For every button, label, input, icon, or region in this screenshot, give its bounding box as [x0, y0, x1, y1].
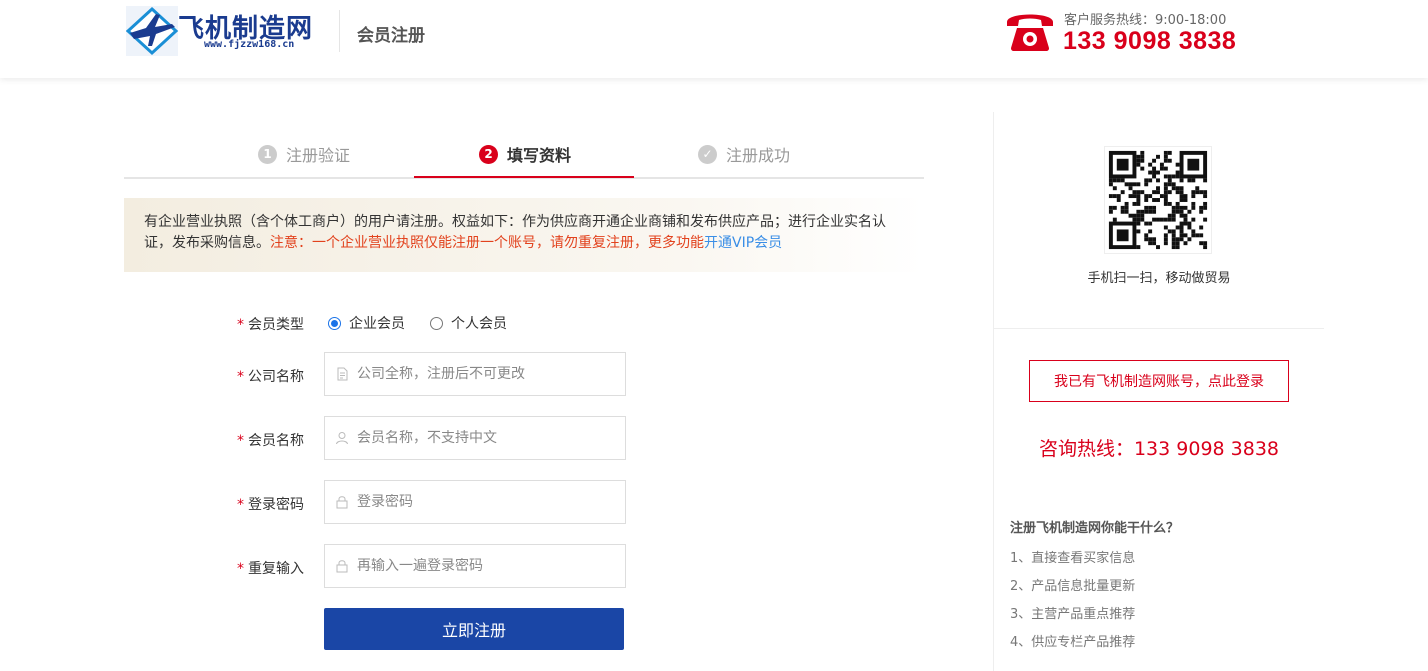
registration-steps: 1 注册验证 2 填写资料 ✓ 注册成功 [124, 132, 924, 179]
radio-button[interactable] [430, 316, 443, 330]
lock-icon [336, 560, 348, 573]
repeat-password-label: * 重复输入 [237, 561, 304, 577]
step-label: 注册验证 [286, 146, 351, 165]
sidebar-divider [993, 112, 994, 671]
register-button[interactable]: 立即注册 [324, 608, 624, 650]
step-label: 填写资料 [507, 146, 572, 165]
company-name-field[interactable] [324, 352, 626, 396]
member-type-label: * 会员类型 [237, 317, 304, 333]
existing-account-login-button[interactable]: 我已有飞机制造网账号，点此登录 [1029, 360, 1289, 402]
user-icon [336, 432, 348, 445]
step-number: 1 [258, 144, 277, 164]
company-name-input[interactable] [357, 366, 617, 382]
step-fill-info: 2 填写资料 [479, 142, 571, 166]
radio-button[interactable] [328, 316, 341, 330]
telephone-icon [1007, 14, 1053, 51]
list-item: 1、直接查看买家信息 [1010, 551, 1136, 566]
company-name-label: * 公司名称 [237, 369, 304, 385]
sidebar-separator [994, 328, 1324, 329]
member-name-field[interactable] [324, 416, 626, 460]
password-field[interactable] [324, 480, 626, 524]
member-name-input[interactable] [357, 430, 617, 446]
radio-enterprise-member[interactable]: 企业会员 [328, 313, 405, 333]
logo-url: www.fjzzw168.cn [204, 39, 295, 50]
document-icon [337, 367, 348, 381]
site-header: 飞机制造网 www.fjzzw168.cn 会员注册 客户服务热线：9:00-1… [0, 0, 1428, 78]
member-name-label: * 会员名称 [237, 433, 304, 449]
vip-link[interactable]: 开通VIP会员 [704, 235, 782, 251]
step-number: 2 [479, 144, 498, 164]
benefits-title: 注册飞机制造网你能干什么？ [1010, 521, 1180, 536]
header-divider [339, 10, 340, 52]
list-item: 3、主营产品重点推荐 [1010, 607, 1136, 622]
repeat-password-field[interactable] [324, 544, 626, 588]
notice-warning: 注意：一个企业营业执照仅能注册一个账号，请勿重复注册，更多功能 [270, 235, 704, 251]
radio-personal-member[interactable]: 个人会员 [430, 313, 507, 333]
member-type-radio-group: 企业会员 个人会员 [328, 313, 532, 333]
list-item: 4、供应专栏产品推荐 [1010, 635, 1136, 650]
lock-icon [336, 496, 348, 509]
active-step-indicator [414, 176, 634, 178]
list-item: 2、产品信息批量更新 [1010, 579, 1136, 594]
repeat-password-input[interactable] [357, 558, 617, 574]
step-label: 注册成功 [726, 146, 791, 165]
hotline-number: 133 9098 3838 [1063, 27, 1237, 55]
consult-hotline: 咨询热线：133 9098 3838 [1038, 438, 1280, 460]
qr-caption: 手机扫一扫，移动做贸易 [1087, 271, 1231, 286]
benefits-list: 1、直接查看买家信息 2、产品信息批量更新 3、主营产品重点推荐 4、供应专栏产… [1010, 548, 1135, 660]
qr-code-icon [1104, 146, 1212, 254]
step-success: ✓ 注册成功 [698, 142, 790, 166]
hotline-label: 客户服务热线：9:00-18:00 [1064, 13, 1227, 28]
password-input[interactable] [357, 494, 617, 510]
registration-notice: 有企业营业执照（含个体工商户）的用户请注册。权益如下：作为供应商开通企业商铺和发… [124, 198, 924, 272]
step-verify: 1 注册验证 [258, 142, 350, 166]
password-label: * 登录密码 [237, 497, 304, 513]
checkmark-icon: ✓ [698, 144, 717, 164]
page-title: 会员注册 [357, 26, 425, 46]
